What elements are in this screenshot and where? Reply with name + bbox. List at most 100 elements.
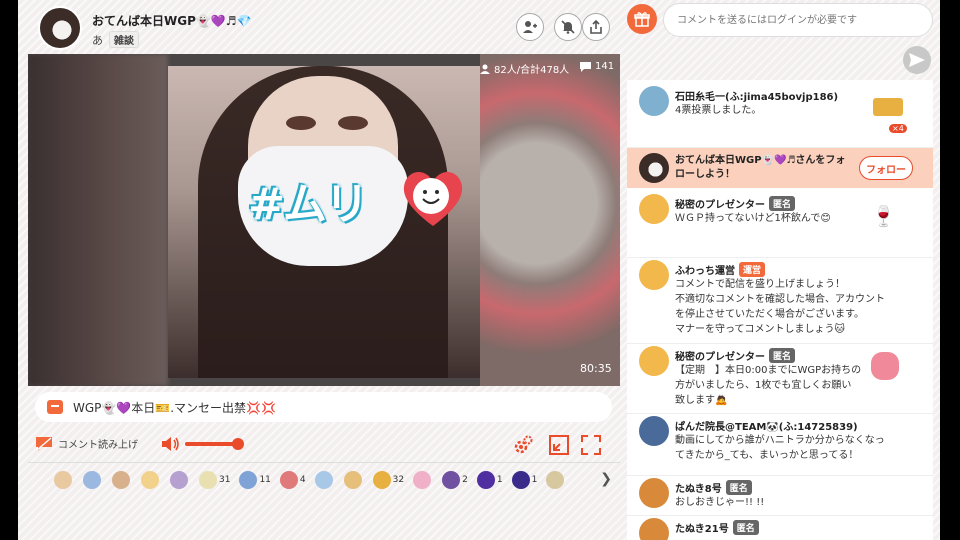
comment-item[interactable]: たぬき8号 匿名おしおきじゃー!! !! [627,476,933,516]
commenter-avatar[interactable] [639,346,669,376]
gift-item[interactable]: 32 [372,470,404,489]
comment-text: 4票投票しました。 [675,105,762,116]
comment-text: 【定期 】本日0:00までにWGPお持ちの 方がいましたら、1枚でも宜しくお願い… [675,365,862,406]
gift-count: 4 [299,474,306,485]
gift-9-icon [314,470,333,489]
gift-item[interactable] [343,470,364,489]
follow-user-button[interactable] [516,13,544,41]
fullscreen-icon[interactable] [580,434,602,456]
gift-box-icon [634,12,650,27]
heart-smile-icon [403,171,463,226]
gift-button[interactable] [627,4,657,34]
commenter-badge: 匿名 [769,348,796,363]
gift-4-icon [141,470,159,489]
host-name[interactable]: おてんば本日WGP👻💜♬💎 [92,12,251,29]
gift-13-icon [442,470,461,489]
commenter-name[interactable]: ぱんだ院長@TEAM🐼(ふ:14725839) [675,418,858,433]
commenter-name-text: 秘密のプレゼンター [675,352,765,363]
mute-notify-button[interactable] [554,13,582,41]
volume-slider-knob[interactable] [232,438,244,450]
gift-8-icon [279,470,298,489]
comment-item[interactable]: 秘密のプレゼンター 匿名 ＷＧＰ持ってないけど1杯飲んで😊 🍷 [627,192,933,258]
follow-banner-text: おてんば本日WGP👻💜♬さんをフォローしよう！ [675,155,846,180]
commenter-name[interactable]: たぬき21号 匿名 [675,520,759,535]
commenter-avatar[interactable] [639,260,669,290]
gift-item[interactable] [83,470,103,489]
commenter-avatar[interactable] [639,478,669,508]
commenter-name-text: たぬき21号 [675,524,729,535]
read-aloud-toggle[interactable]: コメント読み上げ [36,436,138,451]
commenter-badge: 匿名 [769,196,796,211]
gift-item[interactable]: 4 [279,470,306,489]
gift-item[interactable]: 11 [239,470,271,489]
comment-list[interactable]: おてんば本日WGP👻💜♬さんをフォローしよう！ フォロー 石田糸毛一(ふ:jim… [627,80,933,540]
commenter-avatar[interactable] [639,86,669,116]
gift-item[interactable]: 1 [511,470,537,489]
commenter-name-text: たぬき8号 [675,484,722,495]
gift-7-icon [239,470,258,489]
volume-slider-track[interactable] [185,442,237,446]
comment-text: 動画にしてから誰がハニトラか分からなくなっ てきたから_ても、まいっかと思ってる… [675,435,885,461]
send-button[interactable] [903,46,931,74]
gift-multiplier: ×4 [889,124,907,133]
commenter-avatar[interactable] [639,518,669,540]
host-avatar[interactable] [38,6,82,50]
commenter-name[interactable]: 石田糸毛一(ふ:jima45bovjp186) [675,88,838,103]
comment-item[interactable]: たぬき21号 匿名 [627,516,933,540]
comment-item[interactable]: 秘密のプレゼンター 匿名【定期 】本日0:00までにWGPお持ちの 方がいましたら… [627,344,933,414]
eye-left [286,116,316,130]
category-badge[interactable]: 雑談 [109,31,139,48]
video-blur-left [28,54,168,386]
comment-item[interactable]: ぱんだ院長@TEAM🐼(ふ:14725839) 動画にしてから誰がハニトラか分から… [627,414,933,476]
gift-12-icon [413,470,432,489]
gift-11-icon [372,470,391,489]
gift-item[interactable] [170,470,190,489]
volume-icon[interactable] [161,436,181,452]
gift-item[interactable] [413,470,433,489]
add-user-icon [523,21,537,33]
comment-item[interactable]: ふわっち運営 運営コメントで配信を盛り上げましょう！ 不適切なコメントを確認した場… [627,258,933,344]
commenter-name[interactable]: 秘密のプレゼンター 匿名 [675,348,796,363]
stamp-text: #ムリ [248,179,369,230]
comment-count-text: 141 [595,61,615,72]
commenter-name-text: 石田糸毛一(ふ:jima45bovjp186) [675,92,839,103]
gift-6-icon [199,470,217,489]
video-blur-right [480,54,620,386]
gift-5-icon [170,470,188,489]
commenter-name-text: ふわっち運営 [675,266,735,277]
gift-item[interactable] [54,470,74,489]
commenter-name[interactable]: ふわっち運営 運営 [675,262,766,277]
comment-count: 141 [580,61,614,72]
gift-bar: 31 11 4 32 2 1 1 ❯ [28,462,620,496]
share-button[interactable] [582,13,610,41]
commenter-badge: 運営 [739,262,766,277]
gift-item[interactable] [314,470,335,489]
gift-item[interactable]: 2 [442,470,468,489]
gift-3-icon [112,470,130,489]
read-aloud-label: コメント読み上げ [58,440,138,451]
broadcast-header: おてんば本日WGP👻💜♬💎 あ 雑談 [20,0,620,54]
teddy-bear-gift-icon [871,352,899,380]
gift-item[interactable] [112,470,132,489]
commenter-name[interactable]: たぬき8号 匿名 [675,480,752,495]
gift-item[interactable] [546,470,566,489]
comment-text: ＷＧＰ持ってないけど1杯飲んで😊 [675,213,831,224]
comment-bubble-icon [580,61,591,72]
commenter-avatar[interactable] [639,416,669,446]
comment-text: コメントで配信を盛り上げましょう！ 不適切なコメントを確認した場合、アカウント … [675,279,885,335]
gift-item[interactable]: 1 [476,470,503,489]
video-player[interactable]: #ムリ 82人/合計478人 141 80:35 [28,54,620,386]
popout-icon[interactable] [548,434,570,456]
comment-item[interactable]: 石田糸毛一(ふ:jima45bovjp186) 4票投票しました。 ×4 [627,84,933,148]
quality-settings-icon[interactable] [512,434,534,456]
gift-item[interactable] [141,470,161,489]
gift-bar-next-icon[interactable]: ❯ [600,471,612,487]
comment-text: おしおきじゃー!! !! [675,497,765,508]
gift-item[interactable]: 31 [199,470,230,489]
commenter-name-text: 秘密のプレゼンター [675,200,765,211]
commenter-avatar[interactable] [639,194,669,224]
commenter-name[interactable]: 秘密のプレゼンター 匿名 [675,196,796,211]
comment-input[interactable] [663,3,933,37]
app-root: おてんば本日WGP👻💜♬💎 あ 雑談 #ムリ 82人/合計478人 141 80… [0,0,960,540]
follow-button[interactable]: フォロー [859,156,913,180]
